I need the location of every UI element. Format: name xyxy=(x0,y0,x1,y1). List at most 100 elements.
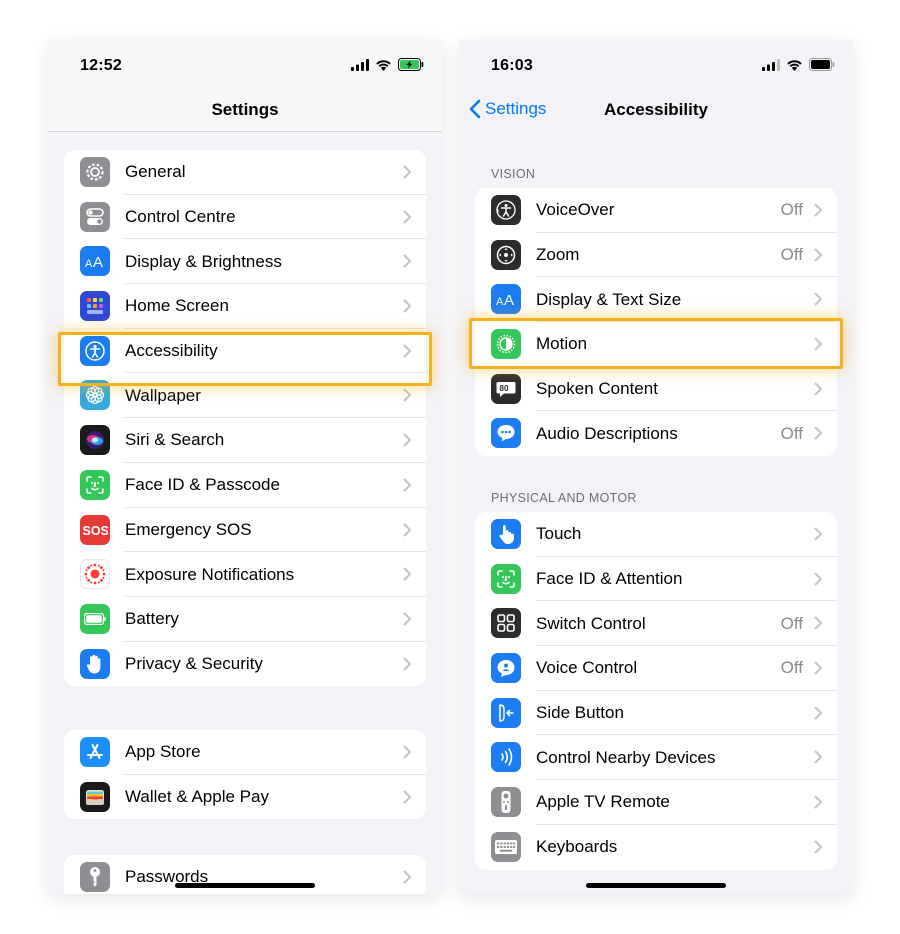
row-value: Off xyxy=(780,423,803,443)
row-label: Touch xyxy=(536,524,582,544)
settings-row-accessibility[interactable]: Accessibility xyxy=(64,329,426,374)
settings-row-switch-control[interactable]: Switch Control Off xyxy=(475,601,837,646)
battery-charging-icon xyxy=(398,58,424,71)
chevron-right-icon xyxy=(814,292,822,306)
settings-row-display-and-text-size[interactable]: A A Display & Text Size xyxy=(475,277,837,322)
row-label: Battery xyxy=(125,609,179,629)
chevron-right-icon xyxy=(814,337,822,351)
chevron-right-icon xyxy=(403,344,411,358)
settings-row-general[interactable]: General xyxy=(64,150,426,195)
row-label: Wallpaper xyxy=(125,385,201,405)
tv-remote-icon xyxy=(491,787,521,818)
nearby-devices-icon xyxy=(491,742,521,773)
speech-bubble-icon: 80 xyxy=(491,373,521,404)
row-label: Emergency SOS xyxy=(125,519,252,539)
chevron-right-icon xyxy=(814,661,822,675)
settings-row-emergency-sos[interactable]: SOS Emergency SOS xyxy=(64,508,426,553)
status-icons xyxy=(762,58,835,71)
settings-row-audio-descriptions[interactable]: Audio Descriptions Off xyxy=(475,411,837,456)
settings-row-side-button[interactable]: Side Button xyxy=(475,691,837,736)
chevron-right-icon xyxy=(814,527,822,541)
keyboard-icon xyxy=(491,831,521,862)
chevron-right-icon xyxy=(403,523,411,536)
vision-group: VoiceOver Off Zoom Off A A Display & Text Size… xyxy=(475,188,837,457)
chevron-right-icon xyxy=(814,572,822,586)
chevron-right-icon xyxy=(403,567,411,581)
settings-row-touch[interactable]: Touch xyxy=(475,512,837,557)
settings-row-wallpaper[interactable]: Wallpaper xyxy=(64,373,426,418)
settings-row-home-screen[interactable]: Home Screen xyxy=(64,284,426,329)
section-header-physical: PHYSICAL AND MOTOR xyxy=(491,491,637,505)
settings-row-control-nearby-devices[interactable]: Control Nearby Devices xyxy=(475,735,837,780)
cellular-signal-icon xyxy=(351,58,369,71)
wifi-icon xyxy=(376,59,391,71)
home-indicator[interactable] xyxy=(586,883,726,888)
row-label: VoiceOver xyxy=(536,200,615,220)
settings-row-battery[interactable]: Battery xyxy=(64,597,426,642)
row-label: Exposure Notifications xyxy=(125,564,295,584)
nav-bar: Settings Accessibility xyxy=(459,90,853,132)
chevron-right-icon xyxy=(814,382,822,396)
settings-row-wallet-and-apple-pay[interactable]: Wallet & Apple Pay xyxy=(64,775,426,820)
row-label: Display & Text Size xyxy=(536,289,682,309)
status-bar: 12:52 xyxy=(48,40,442,90)
side-button-icon xyxy=(491,697,521,728)
row-label: App Store xyxy=(125,742,201,762)
settings-row-voiceover[interactable]: VoiceOver Off xyxy=(475,188,837,233)
chevron-right-icon xyxy=(403,388,411,402)
svg-text:80: 80 xyxy=(500,384,509,393)
row-label: Side Button xyxy=(536,703,624,723)
settings-group-apps: App Store Wallet & Apple Pay xyxy=(64,730,426,820)
settings-row-face-id-and-passcode[interactable]: Face ID & Passcode xyxy=(64,463,426,508)
svg-text:SOS: SOS xyxy=(83,524,109,537)
settings-row-siri-and-search[interactable]: Siri & Search xyxy=(64,418,426,463)
row-label: General xyxy=(125,162,186,182)
settings-row-keyboards[interactable]: Keyboards xyxy=(475,825,837,870)
row-label: Control Nearby Devices xyxy=(536,747,716,767)
toggles-icon xyxy=(80,201,110,232)
settings-row-motion[interactable]: Motion xyxy=(475,322,837,367)
settings-row-exposure-notifications[interactable]: Exposure Notifications xyxy=(64,552,426,597)
settings-row-spoken-content[interactable]: 80 Spoken Content xyxy=(475,367,837,412)
row-value: Off xyxy=(780,245,803,265)
zoom-icon xyxy=(491,239,521,270)
settings-row-voice-control[interactable]: Voice Control Off xyxy=(475,646,837,691)
settings-row-face-id-and-attention[interactable]: Face ID & Attention xyxy=(475,557,837,602)
settings-row-privacy-and-security[interactable]: Privacy & Security xyxy=(64,642,426,687)
app-store-icon xyxy=(80,737,110,767)
settings-row-app-store[interactable]: App Store xyxy=(64,730,426,775)
svg-text:A: A xyxy=(504,292,514,308)
row-label: Spoken Content xyxy=(536,379,658,399)
touch-icon xyxy=(491,519,521,549)
settings-row-zoom[interactable]: Zoom Off xyxy=(475,233,837,278)
wallet-icon xyxy=(80,781,110,812)
page-title: Accessibility xyxy=(604,100,708,119)
row-label: Siri & Search xyxy=(125,430,225,450)
settings-row-display-and-brightness[interactable]: A A Display & Brightness xyxy=(64,239,426,284)
switch-grid-icon xyxy=(491,608,521,639)
chevron-right-icon xyxy=(814,248,822,262)
sos-icon: SOS xyxy=(80,514,110,545)
voiceover-icon xyxy=(491,195,521,225)
home-indicator[interactable] xyxy=(175,883,315,888)
chevron-right-icon xyxy=(403,165,411,179)
cellular-signal-icon xyxy=(762,58,780,71)
chevron-right-icon xyxy=(814,706,822,720)
physical-motor-group: Touch Face ID & Attention Switch Control Of… xyxy=(475,512,837,870)
flower-icon xyxy=(80,380,110,411)
row-label: Wallet & Apple Pay xyxy=(125,787,269,807)
settings-group-main: General Control Centre A A Display & Brightn… xyxy=(64,150,426,687)
chevron-right-icon xyxy=(403,612,411,626)
row-label: Accessibility xyxy=(125,341,218,361)
settings-group-passwords: Passwords xyxy=(64,855,426,894)
row-label: Switch Control xyxy=(536,613,646,633)
settings-row-passwords[interactable]: Passwords xyxy=(64,855,426,894)
settings-row-apple-tv-remote[interactable]: Apple TV Remote xyxy=(475,780,837,825)
chevron-right-icon xyxy=(403,299,411,313)
face-id-icon xyxy=(80,469,110,500)
settings-row-control-centre[interactable]: Control Centre xyxy=(64,195,426,240)
settings-screen: 12:52 Settings General Control Centre A A Di… xyxy=(48,40,442,894)
hand-icon xyxy=(80,648,110,679)
row-value: Off xyxy=(780,658,803,678)
chevron-right-icon xyxy=(403,790,411,804)
